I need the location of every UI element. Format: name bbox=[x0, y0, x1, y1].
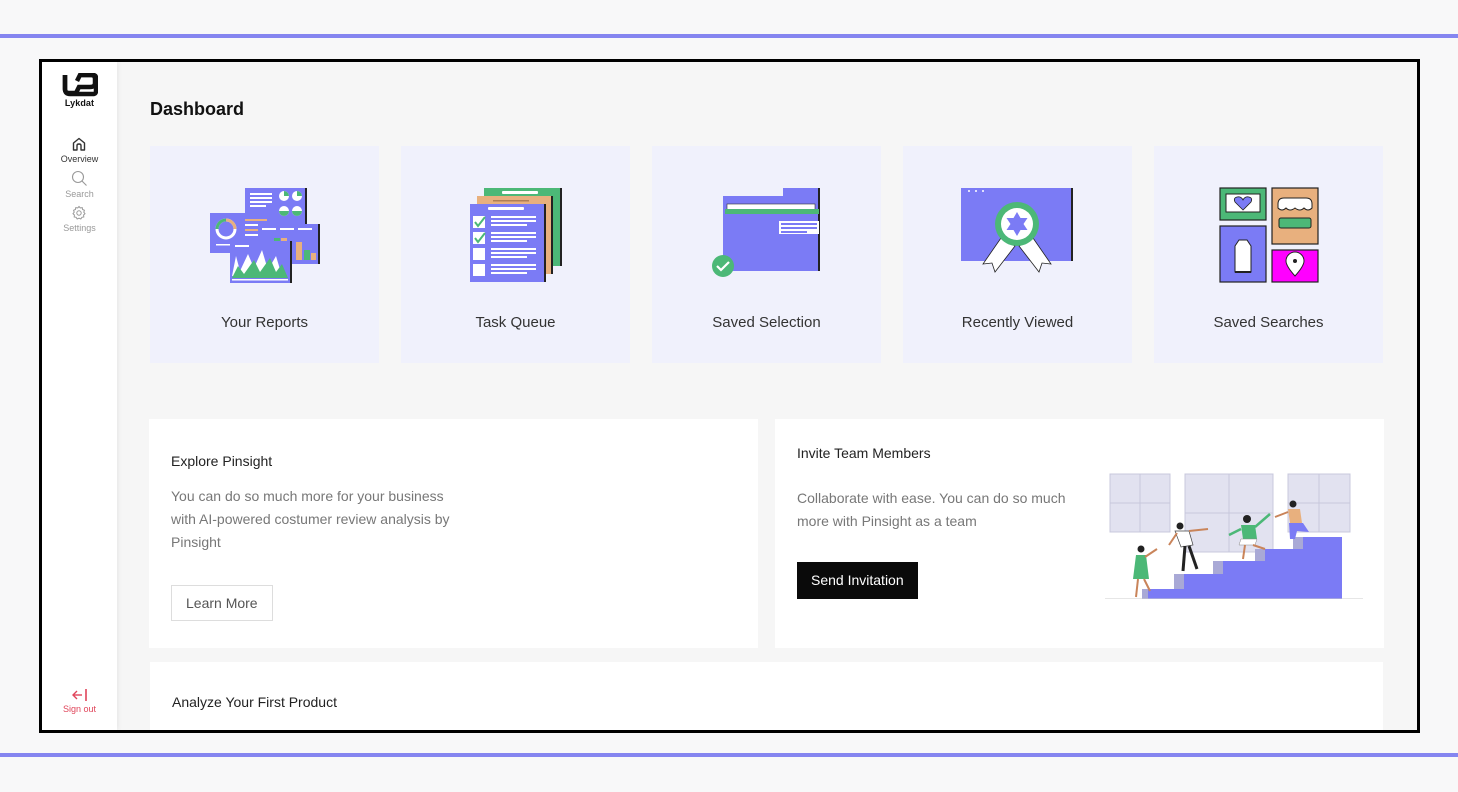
sign-out-arrow-icon bbox=[71, 689, 87, 701]
page-title: Dashboard bbox=[150, 99, 245, 119]
brand-name: Lykdat bbox=[64, 98, 95, 108]
sidebar: Lykdat Overview Search Settings Sign out bbox=[42, 62, 117, 730]
tile-your-reports[interactable]: Your Reports bbox=[150, 146, 379, 363]
team-climbing-stairs-illustration-icon bbox=[1105, 473, 1363, 599]
description-line: with AI-powered costumer review analysis… bbox=[171, 511, 450, 527]
award-ribbon-illustration-icon bbox=[960, 188, 1073, 273]
search-icon bbox=[71, 170, 87, 186]
explore-card-description: You can do so much more for your busines… bbox=[171, 485, 450, 554]
description-line: Pinsight bbox=[171, 534, 221, 550]
invite-card-title: Invite Team Members bbox=[797, 445, 931, 461]
gear-icon bbox=[72, 205, 87, 220]
sidebar-item-label: Search bbox=[65, 189, 94, 199]
explore-pinsight-card: Explore Pinsight You can do so much more… bbox=[149, 419, 758, 648]
quick-access-tiles: Your Reports Task Queue Saved Selection … bbox=[150, 146, 1383, 363]
sign-out-label: Sign out bbox=[62, 704, 97, 714]
lykdat-logo-icon bbox=[62, 73, 98, 97]
tile-label: Saved Selection bbox=[712, 314, 821, 331]
explore-card-title: Explore Pinsight bbox=[171, 453, 273, 469]
sidebar-item-label: Settings bbox=[63, 223, 96, 233]
send-invitation-button[interactable]: Send Invitation bbox=[797, 562, 918, 599]
tile-saved-searches[interactable]: Saved Searches bbox=[1154, 146, 1383, 363]
task-checklist-illustration-icon bbox=[469, 188, 562, 282]
home-icon bbox=[73, 137, 86, 151]
tile-label: Task Queue bbox=[475, 314, 556, 331]
folder-check-illustration-icon bbox=[711, 188, 820, 277]
tile-label: Your Reports bbox=[221, 314, 308, 331]
bottom-accent-line bbox=[0, 753, 1458, 757]
analyze-card-title: Analyze Your First Product bbox=[172, 694, 337, 710]
sidebar-nav: Overview Search Settings bbox=[60, 136, 99, 239]
saved-searches-grid-illustration-icon bbox=[1218, 187, 1319, 283]
sidebar-item-settings[interactable]: Settings bbox=[63, 205, 96, 233]
brand-logo[interactable]: Lykdat bbox=[62, 73, 98, 108]
tile-task-queue[interactable]: Task Queue bbox=[401, 146, 630, 363]
sidebar-item-label: Overview bbox=[60, 154, 99, 164]
analyze-product-card: Analyze Your First Product bbox=[150, 662, 1383, 730]
description-line: You can do so much more for your busines… bbox=[171, 488, 444, 504]
main-content: Dashboard Your Reports Task Queue Saved … bbox=[117, 62, 1417, 730]
reports-illustration-icon bbox=[209, 188, 320, 283]
tile-saved-selection[interactable]: Saved Selection bbox=[652, 146, 881, 363]
sidebar-item-search[interactable]: Search bbox=[65, 170, 94, 199]
invite-team-card: Invite Team Members Collaborate with eas… bbox=[775, 419, 1384, 648]
top-accent-line bbox=[0, 34, 1458, 38]
invite-card-description: Collaborate with ease. You can do so muc… bbox=[797, 487, 1066, 533]
learn-more-button[interactable]: Learn More bbox=[171, 585, 273, 621]
tile-label: Recently Viewed bbox=[961, 314, 1074, 331]
tile-label: Saved Searches bbox=[1213, 314, 1324, 331]
description-line: Collaborate with ease. You can do so muc… bbox=[797, 490, 1066, 506]
tile-recently-viewed[interactable]: Recently Viewed bbox=[903, 146, 1132, 363]
app-window: Lykdat Overview Search Settings Sign out… bbox=[39, 59, 1420, 733]
description-line: more with Pinsight as a team bbox=[797, 513, 977, 529]
sign-out-button[interactable]: Sign out bbox=[42, 688, 117, 714]
sidebar-item-overview[interactable]: Overview bbox=[60, 136, 99, 164]
